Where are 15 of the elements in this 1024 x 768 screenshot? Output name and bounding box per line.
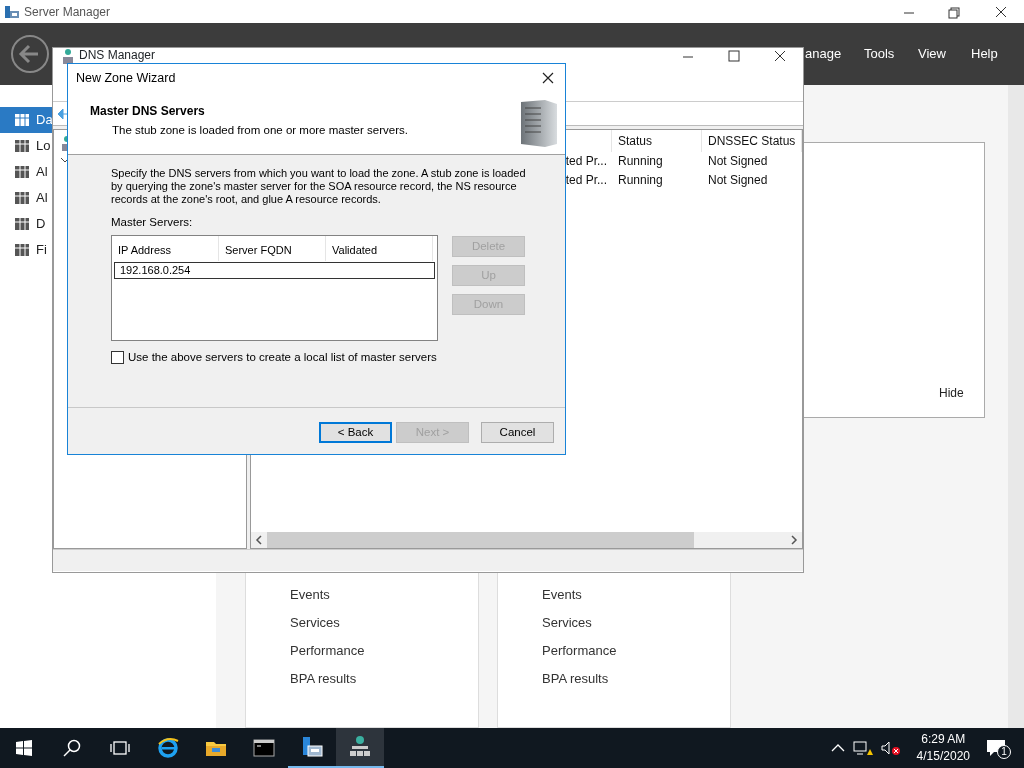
wizard-heading: Master DNS Servers	[89, 103, 206, 120]
table-cell-text: Running	[617, 172, 664, 189]
description-text: Specify the DNS servers from which you want to load the zone. A stub zone is loaded by querying the zone's master server for the SOA resource record, the NS resource records at the zone's root, and glue A resource records.	[111, 167, 527, 206]
list-label: Master Servers:	[111, 215, 194, 230]
table-cell-text: Running	[617, 153, 664, 170]
table-cell-text: ted Pr...	[564, 172, 608, 189]
dialog-title: New Zone Wizard	[76, 69, 176, 87]
table-cell-text: Not Signed	[707, 172, 769, 189]
table-cell-text: ted Pr...	[564, 153, 608, 170]
window-title: Server Manager	[24, 3, 111, 21]
checkbox-label: Use the above servers to create a local list of master servers	[128, 350, 437, 366]
wizard-subheading: The stub zone is loaded from one or more master servers.	[111, 123, 409, 138]
window-title: DNS Manager	[79, 49, 156, 62]
table-cell-text: Not Signed	[707, 153, 769, 170]
notification-count: 1	[997, 745, 1011, 759]
